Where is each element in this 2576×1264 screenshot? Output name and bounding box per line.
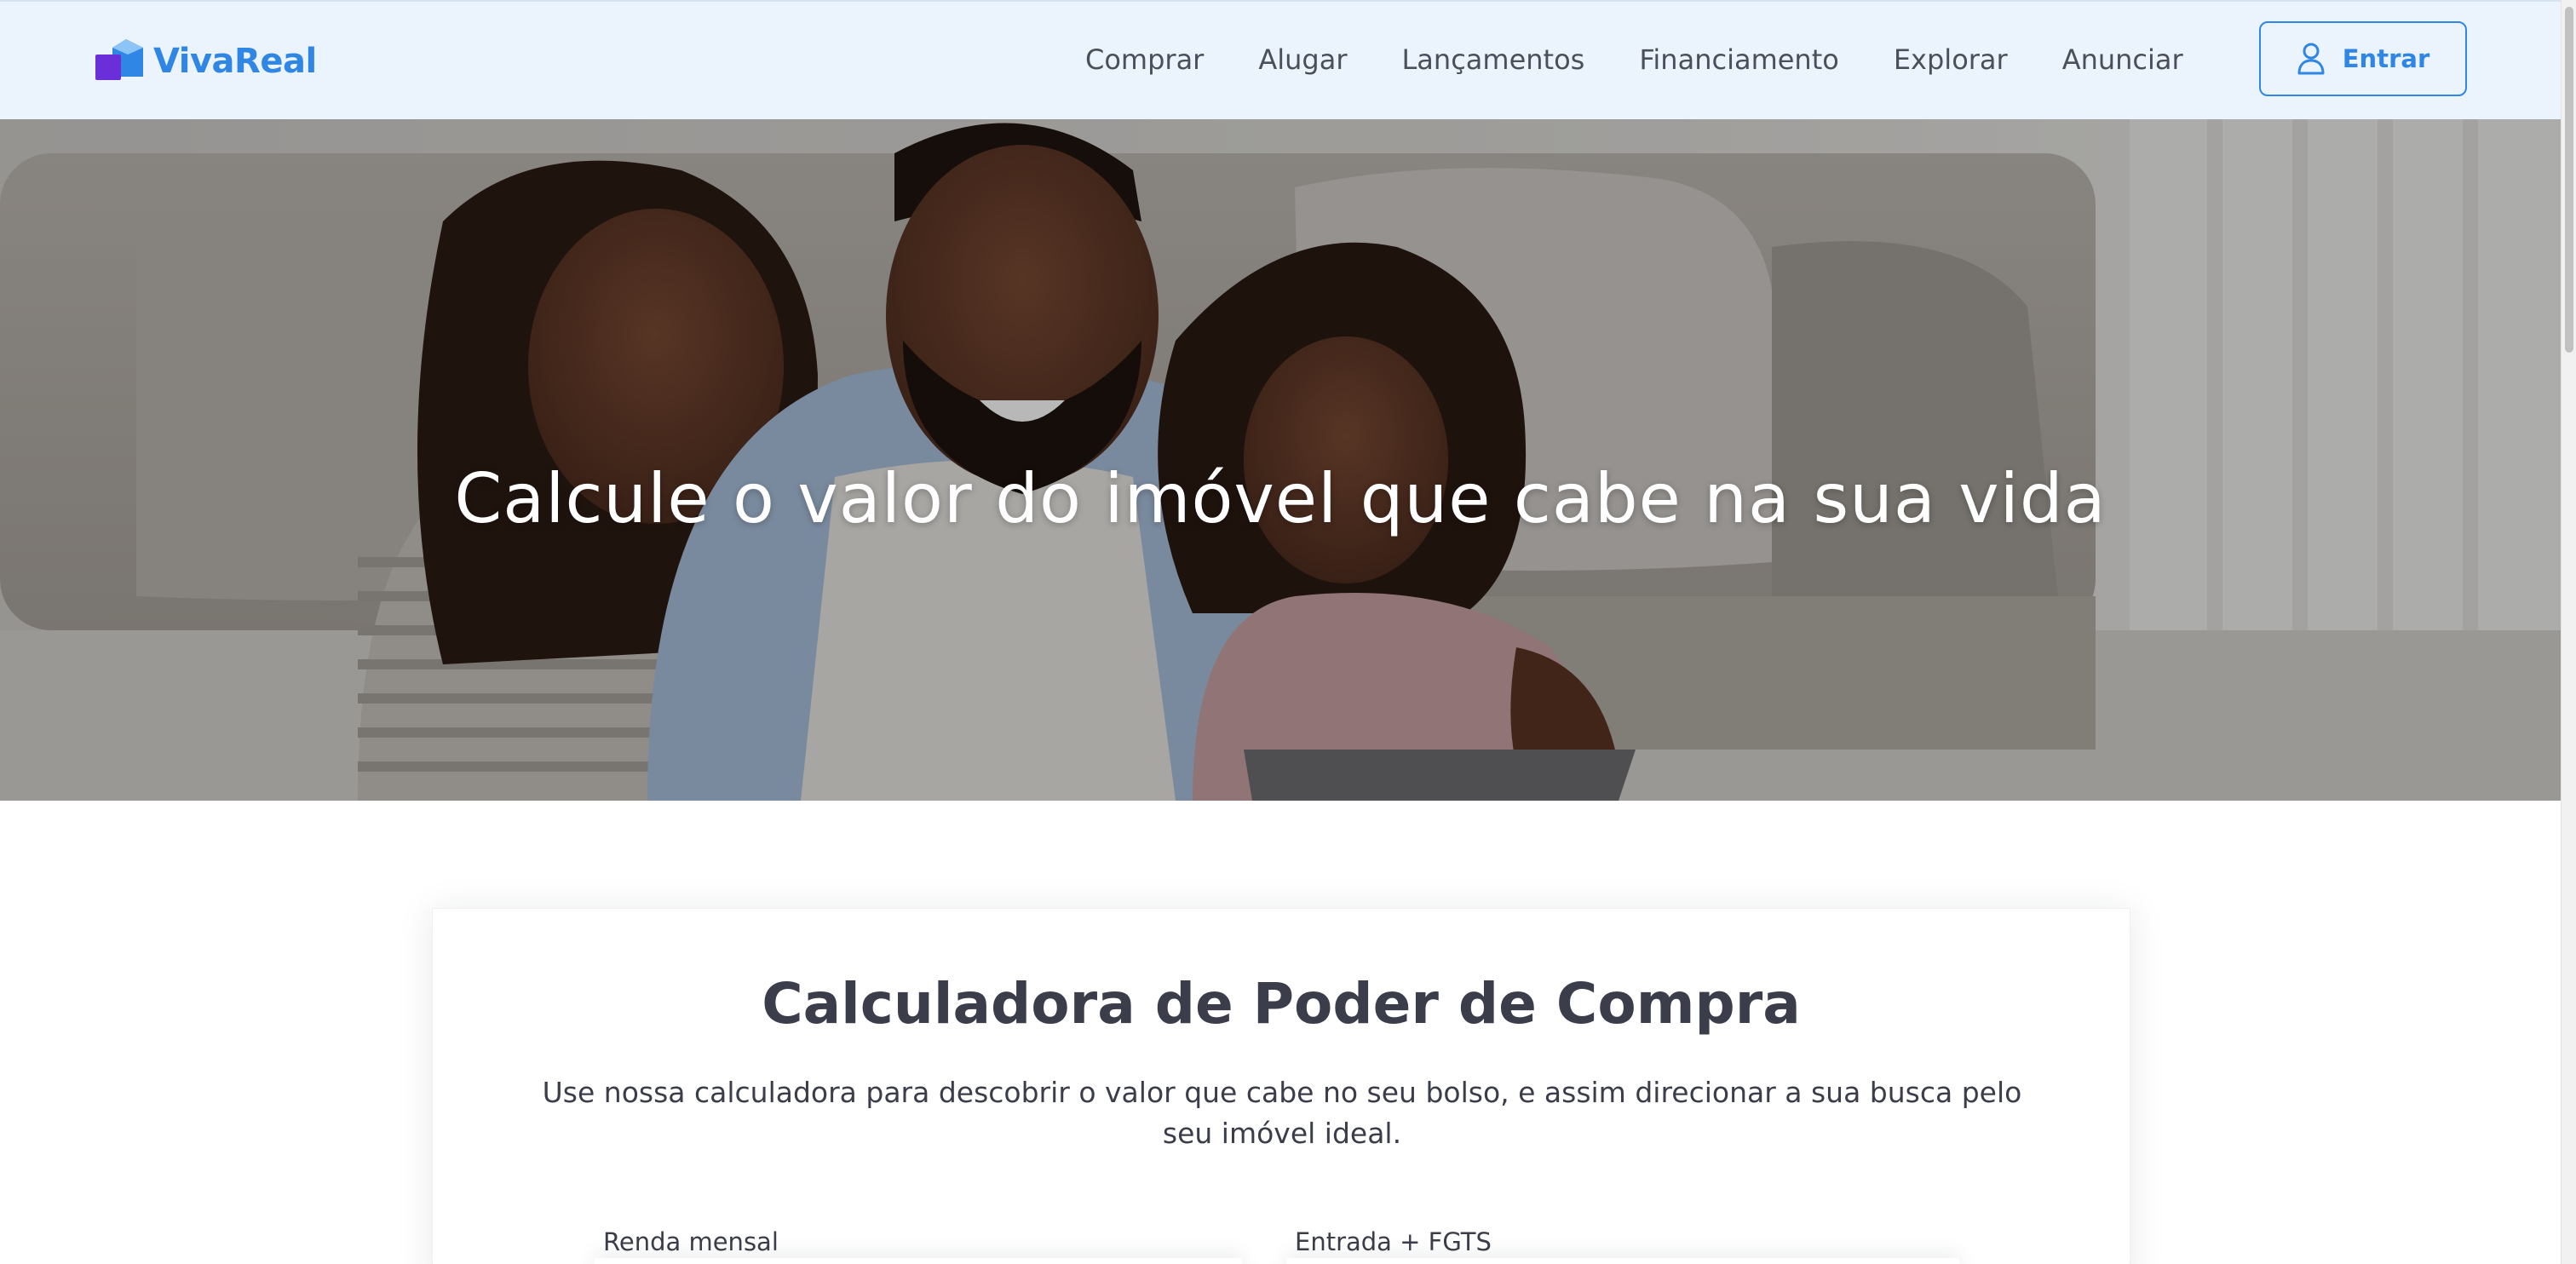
monthly-income-field[interactable] bbox=[595, 1258, 1242, 1264]
logo[interactable]: VivaReal bbox=[94, 36, 317, 87]
house-logo-icon bbox=[95, 39, 143, 80]
monthly-income-label: Renda mensal bbox=[603, 1227, 779, 1256]
nav-item-comprar[interactable]: Comprar bbox=[1085, 43, 1204, 76]
page: VivaReal Comprar Alugar Lançamentos Fina… bbox=[0, 0, 2576, 1264]
down-payment-field[interactable] bbox=[1286, 1258, 1959, 1264]
site-header: VivaReal Comprar Alugar Lançamentos Fina… bbox=[0, 0, 2561, 119]
nav-item-lancamentos[interactable]: Lançamentos bbox=[1401, 43, 1584, 76]
hero-banner: Calcule o valor do imóvel que cabe na su… bbox=[0, 119, 2561, 801]
scrollbar-thumb[interactable] bbox=[2565, 7, 2573, 353]
down-payment-label: Entrada + FGTS bbox=[1295, 1227, 1492, 1256]
login-label: Entrar bbox=[2342, 44, 2430, 73]
nav-item-anunciar[interactable]: Anunciar bbox=[2062, 43, 2183, 76]
logo-text: VivaReal bbox=[153, 42, 317, 81]
calculator-description: Use nossa calculadora para descobrir o v… bbox=[542, 1076, 2022, 1150]
user-icon bbox=[2297, 43, 2325, 75]
calculator-card: Calculadora de Poder de Compra Use nossa… bbox=[432, 908, 2130, 1264]
calculator-title: Calculadora de Poder de Compra bbox=[762, 971, 1801, 1037]
nav-item-alugar[interactable]: Alugar bbox=[1258, 43, 1347, 76]
page-scrollbar[interactable] bbox=[2561, 0, 2576, 1264]
main-nav: Comprar Alugar Lançamentos Financiamento… bbox=[1085, 41, 2183, 78]
nav-item-explorar[interactable]: Explorar bbox=[1894, 43, 2008, 76]
nav-item-financiamento[interactable]: Financiamento bbox=[1639, 43, 1839, 76]
hero-title: Calcule o valor do imóvel que cabe na su… bbox=[454, 458, 2107, 538]
login-button[interactable]: Entrar bbox=[2259, 21, 2467, 96]
